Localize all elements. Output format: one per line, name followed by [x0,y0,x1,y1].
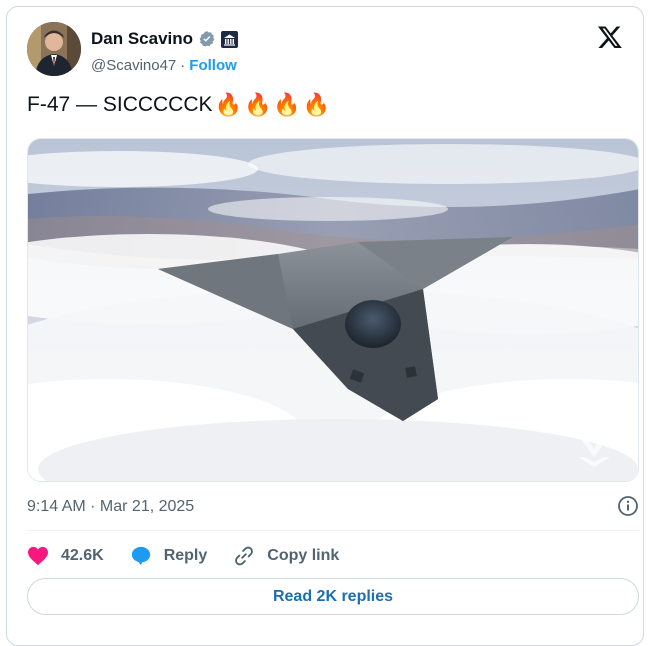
reply-bubble-icon [131,546,150,566]
author-handle[interactable]: @Scavino47 [91,57,176,74]
fire-emoji: 🔥 [273,92,301,117]
tweet-body: F-47 — SICCCCCK [27,93,213,116]
tweet-header: Dan Scavino @Scavino47 · Follow [27,22,625,80]
copy-link-label: Copy link [267,547,340,564]
timestamp-row: 9:14 AM · Mar 21, 2025 [27,495,639,519]
reply-button[interactable]: Reply [130,545,208,567]
x-logo-icon[interactable] [597,24,623,50]
link-icon [235,546,254,566]
read-replies-button[interactable]: Read 2K replies [27,578,639,615]
like-button[interactable]: 42.6K [27,546,104,566]
info-icon[interactable] [617,495,639,517]
divider [27,530,639,531]
action-bar: 42.6K Reply Copy link [27,541,365,571]
follow-button[interactable]: Follow [189,57,237,74]
fire-emoji: 🔥 [214,92,242,117]
tweet-card: Dan Scavino @Scavino47 · Follow F-47 — S… [6,6,644,646]
government-building-icon[interactable] [221,30,239,48]
heart-icon [28,546,48,566]
fire-emoji: 🔥 [243,92,272,117]
reply-label: Reply [163,547,208,564]
like-count: 42.6K [61,547,104,564]
author-name[interactable]: Dan Scavino [91,29,193,49]
tweet-media-image[interactable] [27,138,639,482]
fire-emoji: 🔥 [302,92,331,117]
separator: · [180,56,186,74]
timestamp[interactable]: 9:14 AM · Mar 21, 2025 [27,498,194,516]
tweet-text: F-47 — SICCCCCK 🔥 🔥 🔥 🔥 [27,93,330,117]
verified-badge-icon [198,30,216,48]
author-block: Dan Scavino @Scavino47 · Follow [91,28,239,75]
avatar[interactable] [27,22,81,76]
copy-link-button[interactable]: Copy link [233,545,339,567]
